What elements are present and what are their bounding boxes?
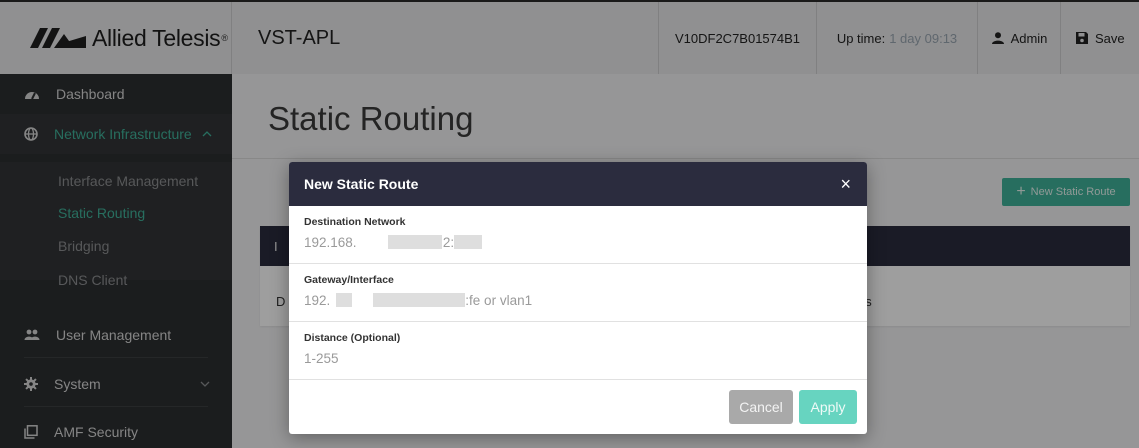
cancel-button[interactable]: Cancel [729,390,793,424]
close-icon[interactable]: × [840,175,851,193]
gateway-interface-field: Gateway/Interface [289,264,867,322]
redacted-region [373,293,465,307]
redacted-region [336,293,352,307]
distance-field: Distance (Optional) [289,322,867,380]
destination-network-input[interactable] [304,235,844,250]
gateway-interface-label: Gateway/Interface [304,274,394,286]
dialog-title: New Static Route [304,176,419,192]
dialog-footer: Cancel Apply [289,380,867,434]
distance-input[interactable] [304,351,844,366]
redacted-region [388,235,442,249]
distance-label: Distance (Optional) [304,332,401,344]
destination-network-label: Destination Network [304,216,406,228]
apply-button[interactable]: Apply [799,390,857,424]
destination-network-field: Destination Network [289,206,867,264]
new-static-route-dialog: New Static Route × Destination Network G… [289,162,867,434]
redacted-region [454,235,482,249]
dialog-header: New Static Route × [289,162,867,206]
